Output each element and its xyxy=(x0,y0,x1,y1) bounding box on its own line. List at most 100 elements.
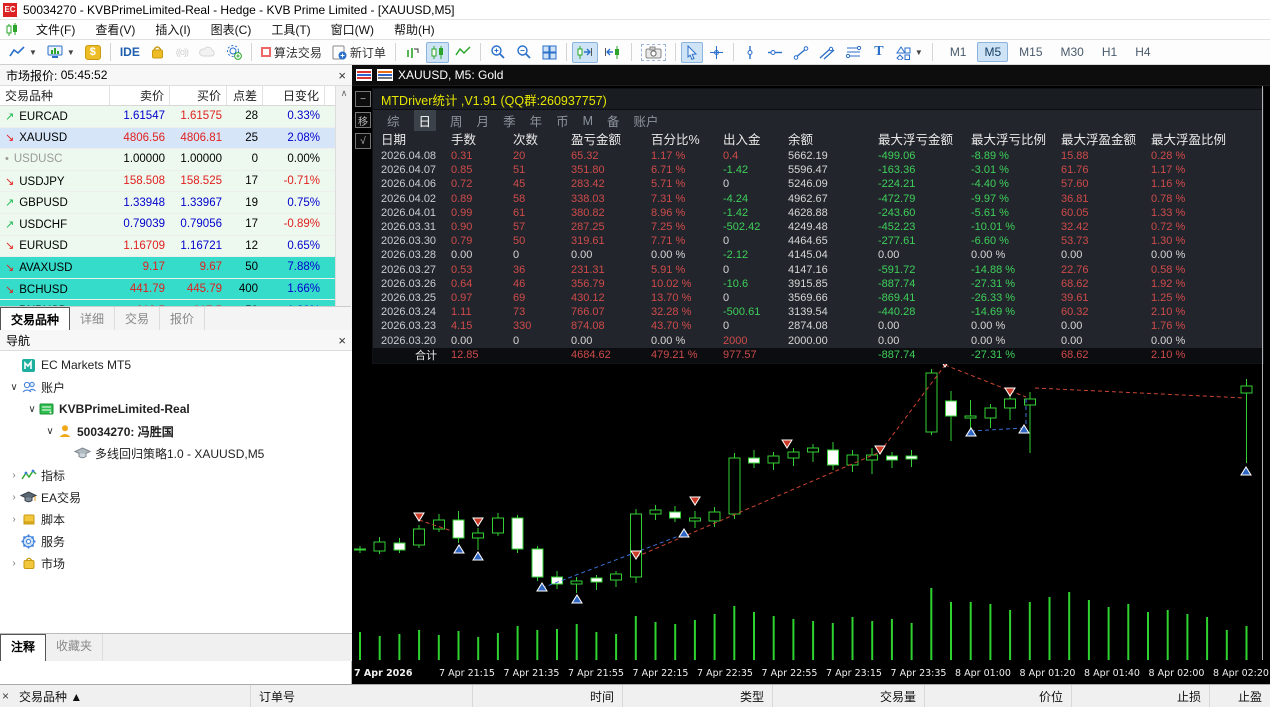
market-watch-tab-2[interactable]: 交易 xyxy=(115,307,161,330)
stats-tab-币[interactable]: 币 xyxy=(556,111,569,130)
toolbox-col-7[interactable]: 止盈 xyxy=(1210,685,1270,707)
toolbox-col-1[interactable]: 订单号 xyxy=(251,685,473,707)
menu-item-4[interactable]: 工具(T) xyxy=(261,19,320,40)
collapse-arrow-icon[interactable]: › xyxy=(8,492,20,503)
market-watch-col-1[interactable]: 卖价 xyxy=(110,86,170,105)
market-watch-close-icon[interactable]: × xyxy=(338,68,346,83)
signals-button[interactable]: ((o)) xyxy=(171,42,193,63)
menu-item-3[interactable]: 图表(C) xyxy=(201,19,262,40)
dropdown-caret-icon[interactable]: ▼ xyxy=(67,48,75,57)
market-watch-row-EURCAD[interactable]: ↗ EURCAD 1.61547 1.61575 28 0.33% xyxy=(0,106,352,128)
stats-tab-季[interactable]: 季 xyxy=(503,111,516,130)
market-watch-row-AVAXUSD[interactable]: ↘ AVAXUSD 9.17 9.67 50 7.88% xyxy=(0,257,352,279)
candle-chart-button[interactable] xyxy=(425,41,449,63)
toolbox-col-3[interactable]: 类型 xyxy=(623,685,773,707)
navigator-item-8[interactable]: 服务 xyxy=(0,530,352,552)
navigator-item-0[interactable]: EC Markets MT5 xyxy=(0,354,352,376)
title-bar[interactable]: EC 50034270 - KVBPrimeLimited-Real - Hed… xyxy=(0,0,1270,20)
market-watch-row-BCHUSD[interactable]: ↘ BCHUSD 441.79 445.79 400 1.66% xyxy=(0,278,352,301)
symbol-cell[interactable]: • USDUSC xyxy=(0,153,110,165)
market-watch-tab-3[interactable]: 报价 xyxy=(160,307,206,330)
payments-button[interactable]: $ xyxy=(81,42,105,63)
navigator-item-6[interactable]: › EA交易 xyxy=(0,486,352,508)
market-watch-row-GBPUSD[interactable]: ↗ GBPUSD 1.33948 1.33967 19 0.75% xyxy=(0,192,352,214)
toolbox-col-5[interactable]: 价位 xyxy=(925,685,1072,707)
scroll-up-icon[interactable]: ∧ xyxy=(341,88,348,99)
collapse-arrow-icon[interactable]: › xyxy=(8,558,20,569)
stats-tab-备[interactable]: 备 xyxy=(607,111,620,130)
minimize-stats-button[interactable]: − xyxy=(355,91,371,107)
market-watch-col-3[interactable]: 点差 xyxy=(227,86,263,105)
symbol-cell[interactable]: ↘ XAUUSD xyxy=(0,131,110,144)
timeframe-h4[interactable]: H4 xyxy=(1128,42,1157,62)
cloud-button[interactable] xyxy=(195,42,220,63)
symbol-cell[interactable]: ↗ USDCHF xyxy=(0,218,110,231)
symbol-cell[interactable]: ↘ EURUSD xyxy=(0,239,110,252)
new-order-button[interactable]: 新订单 xyxy=(328,42,390,63)
depth-of-market-icon[interactable] xyxy=(356,69,372,81)
navigator-item-7[interactable]: › 脚本 xyxy=(0,508,352,530)
toolbox-col-4[interactable]: 交易量 xyxy=(773,685,925,707)
tile-windows-button[interactable] xyxy=(538,42,561,63)
timeframe-m5[interactable]: M5 xyxy=(977,42,1009,62)
market-watch-row-EURUSD[interactable]: ↘ EURUSD 1.16709 1.16721 12 0.65% xyxy=(0,235,352,258)
market-watch-row-USDCHF[interactable]: ↗ USDCHF 0.79039 0.79056 17 -0.89% xyxy=(0,213,352,236)
chart-style-dropdown[interactable]: ▼ xyxy=(5,42,41,63)
text-button[interactable]: T xyxy=(868,42,890,63)
bottom-tab-0[interactable]: 注释 xyxy=(0,634,47,661)
zoom-out-button[interactable] xyxy=(512,42,536,63)
stats-tab-月[interactable]: 月 xyxy=(477,111,490,130)
chart-title-bar[interactable]: XAUUSD, M5: Gold xyxy=(352,65,1270,86)
collapse-arrow-icon[interactable]: › xyxy=(8,514,20,525)
market-watch-row-XAUUSD[interactable]: ↘ XAUUSD 4806.56 4806.81 25 2.08% xyxy=(0,127,352,150)
navigator-item-1[interactable]: ∨ 账户 xyxy=(0,376,352,398)
market-watch-tab-1[interactable]: 详细 xyxy=(70,307,116,330)
expand-arrow-icon[interactable]: ∨ xyxy=(44,426,56,437)
market-watch-row-USDUSC[interactable]: • USDUSC 1.00000 1.00000 0 0.00% xyxy=(0,149,352,171)
menu-item-0[interactable]: 文件(F) xyxy=(26,19,85,40)
ide-button[interactable]: IDE xyxy=(116,42,144,63)
screenshot-button[interactable] xyxy=(637,42,670,63)
symbol-cell[interactable]: ↗ EURCAD xyxy=(0,110,110,123)
navigator-item-4[interactable]: 多线回归策略1.0 - XAUUSD,M5 xyxy=(0,442,352,464)
toolbox-col-0[interactable]: 交易品种 ▲ xyxy=(11,685,251,707)
market-bag-button[interactable] xyxy=(146,42,169,63)
shapes-button[interactable]: ▼ xyxy=(892,42,927,63)
navigator-item-9[interactable]: › 市场 xyxy=(0,552,352,574)
toolbox-col-6[interactable]: 止损 xyxy=(1072,685,1210,707)
timeframe-m30[interactable]: M30 xyxy=(1054,42,1091,62)
hline-button[interactable] xyxy=(763,42,787,63)
menu-item-6[interactable]: 帮助(H) xyxy=(384,19,445,40)
market-watch-col-0[interactable]: 交易品种 xyxy=(0,86,110,105)
navigator-close-icon[interactable]: × xyxy=(338,333,346,348)
navigator-item-2[interactable]: ∨ KVBPrimeLimited-Real xyxy=(0,398,352,420)
menu-item-2[interactable]: 插入(I) xyxy=(145,19,200,40)
navigator-item-5[interactable]: › 指标 xyxy=(0,464,352,486)
dropdown-caret-icon[interactable]: ▼ xyxy=(29,48,37,57)
timeframe-h1[interactable]: H1 xyxy=(1095,42,1124,62)
symbol-cell[interactable]: ↗ GBPUSD xyxy=(0,196,110,209)
expand-arrow-icon[interactable]: ∨ xyxy=(8,382,20,393)
toolbox-col-2[interactable]: 时间 xyxy=(473,685,623,707)
stats-tab-年[interactable]: 年 xyxy=(530,111,543,130)
community-button[interactable] xyxy=(222,42,246,63)
stats-tab-综[interactable]: 综 xyxy=(387,111,400,130)
bar-chart-button[interactable] xyxy=(401,42,424,63)
market-watch-scrollbar[interactable]: ∧ ∨ xyxy=(335,86,352,330)
menu-item-1[interactable]: 查看(V) xyxy=(85,19,145,40)
bottom-tab-1[interactable]: 收藏夹 xyxy=(46,634,104,661)
cursor-button[interactable] xyxy=(680,41,703,63)
stats-tab-日[interactable]: 日 xyxy=(413,110,437,131)
collapse-arrow-icon[interactable]: › xyxy=(8,470,20,481)
expand-arrow-icon[interactable]: ∨ xyxy=(26,404,38,415)
zoom-in-button[interactable] xyxy=(486,42,510,63)
timeframe-m15[interactable]: M15 xyxy=(1012,42,1049,62)
navigator-item-3[interactable]: ∨ 50034270: 冯胜国 xyxy=(0,420,352,442)
market-watch-tab-0[interactable]: 交易品种 xyxy=(0,307,71,330)
stats-tab-周[interactable]: 周 xyxy=(450,111,463,130)
market-watch-row-USDJPY[interactable]: ↘ USDJPY 158.508 158.525 17 -0.71% xyxy=(0,170,352,193)
market-watch-col-4[interactable]: 日变化 xyxy=(263,86,325,105)
dropdown-caret-icon[interactable]: ▼ xyxy=(915,48,923,57)
crosshair-button[interactable] xyxy=(705,42,728,63)
algo-trading-button[interactable]: 算法交易 xyxy=(257,42,326,63)
